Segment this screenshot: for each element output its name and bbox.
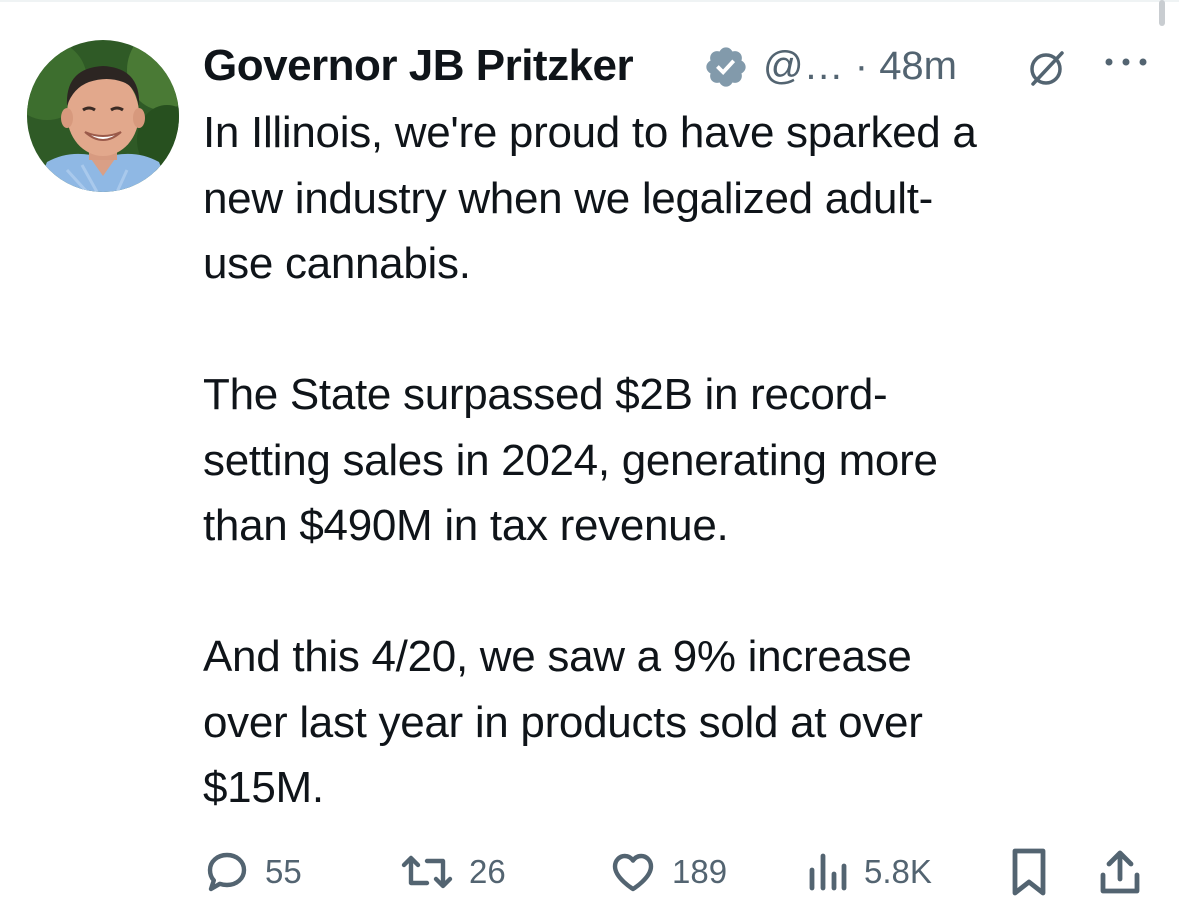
tweet-screen: Governor JB Pritzker @… · 48m In Illinoi… <box>0 0 1179 912</box>
author-handle[interactable]: @… <box>763 44 844 88</box>
author-name[interactable]: Governor JB Pritzker <box>203 38 634 94</box>
avatar-photo <box>27 40 179 192</box>
bookmark-button[interactable] <box>1009 842 1049 902</box>
reply-button[interactable]: 55 <box>203 842 302 902</box>
views-icon <box>809 853 847 891</box>
views-button[interactable]: 5.8K <box>806 842 932 902</box>
share-icon <box>1100 850 1140 894</box>
repost-button[interactable]: 26 <box>399 842 506 902</box>
like-count: 189 <box>672 853 728 890</box>
verified-badge-icon[interactable] <box>703 44 749 90</box>
scrollbar-thumb[interactable] <box>1159 0 1165 26</box>
reply-icon <box>207 852 247 892</box>
more-icon[interactable] <box>1103 52 1149 72</box>
reply-count: 55 <box>265 853 302 890</box>
post-meta: @… · 48m <box>763 38 957 94</box>
post-text: In Illinois, we're proud to have sparked… <box>203 108 977 812</box>
post-timestamp[interactable]: 48m <box>879 44 957 88</box>
like-icon <box>612 853 654 892</box>
top-divider <box>0 0 1179 2</box>
action-bar: 55 26 189 5.8K <box>203 842 1153 902</box>
repost-count: 26 <box>469 853 506 890</box>
avatar[interactable] <box>27 40 179 192</box>
repost-icon <box>401 855 453 889</box>
bookmark-icon <box>1012 848 1046 896</box>
views-count: 5.8K <box>864 853 932 890</box>
meta-separator: · <box>854 44 869 88</box>
post-header: Governor JB Pritzker @… · 48m <box>203 38 1163 94</box>
share-button[interactable] <box>1098 842 1142 902</box>
like-button[interactable]: 189 <box>608 842 727 902</box>
grok-icon[interactable] <box>1025 46 1069 90</box>
